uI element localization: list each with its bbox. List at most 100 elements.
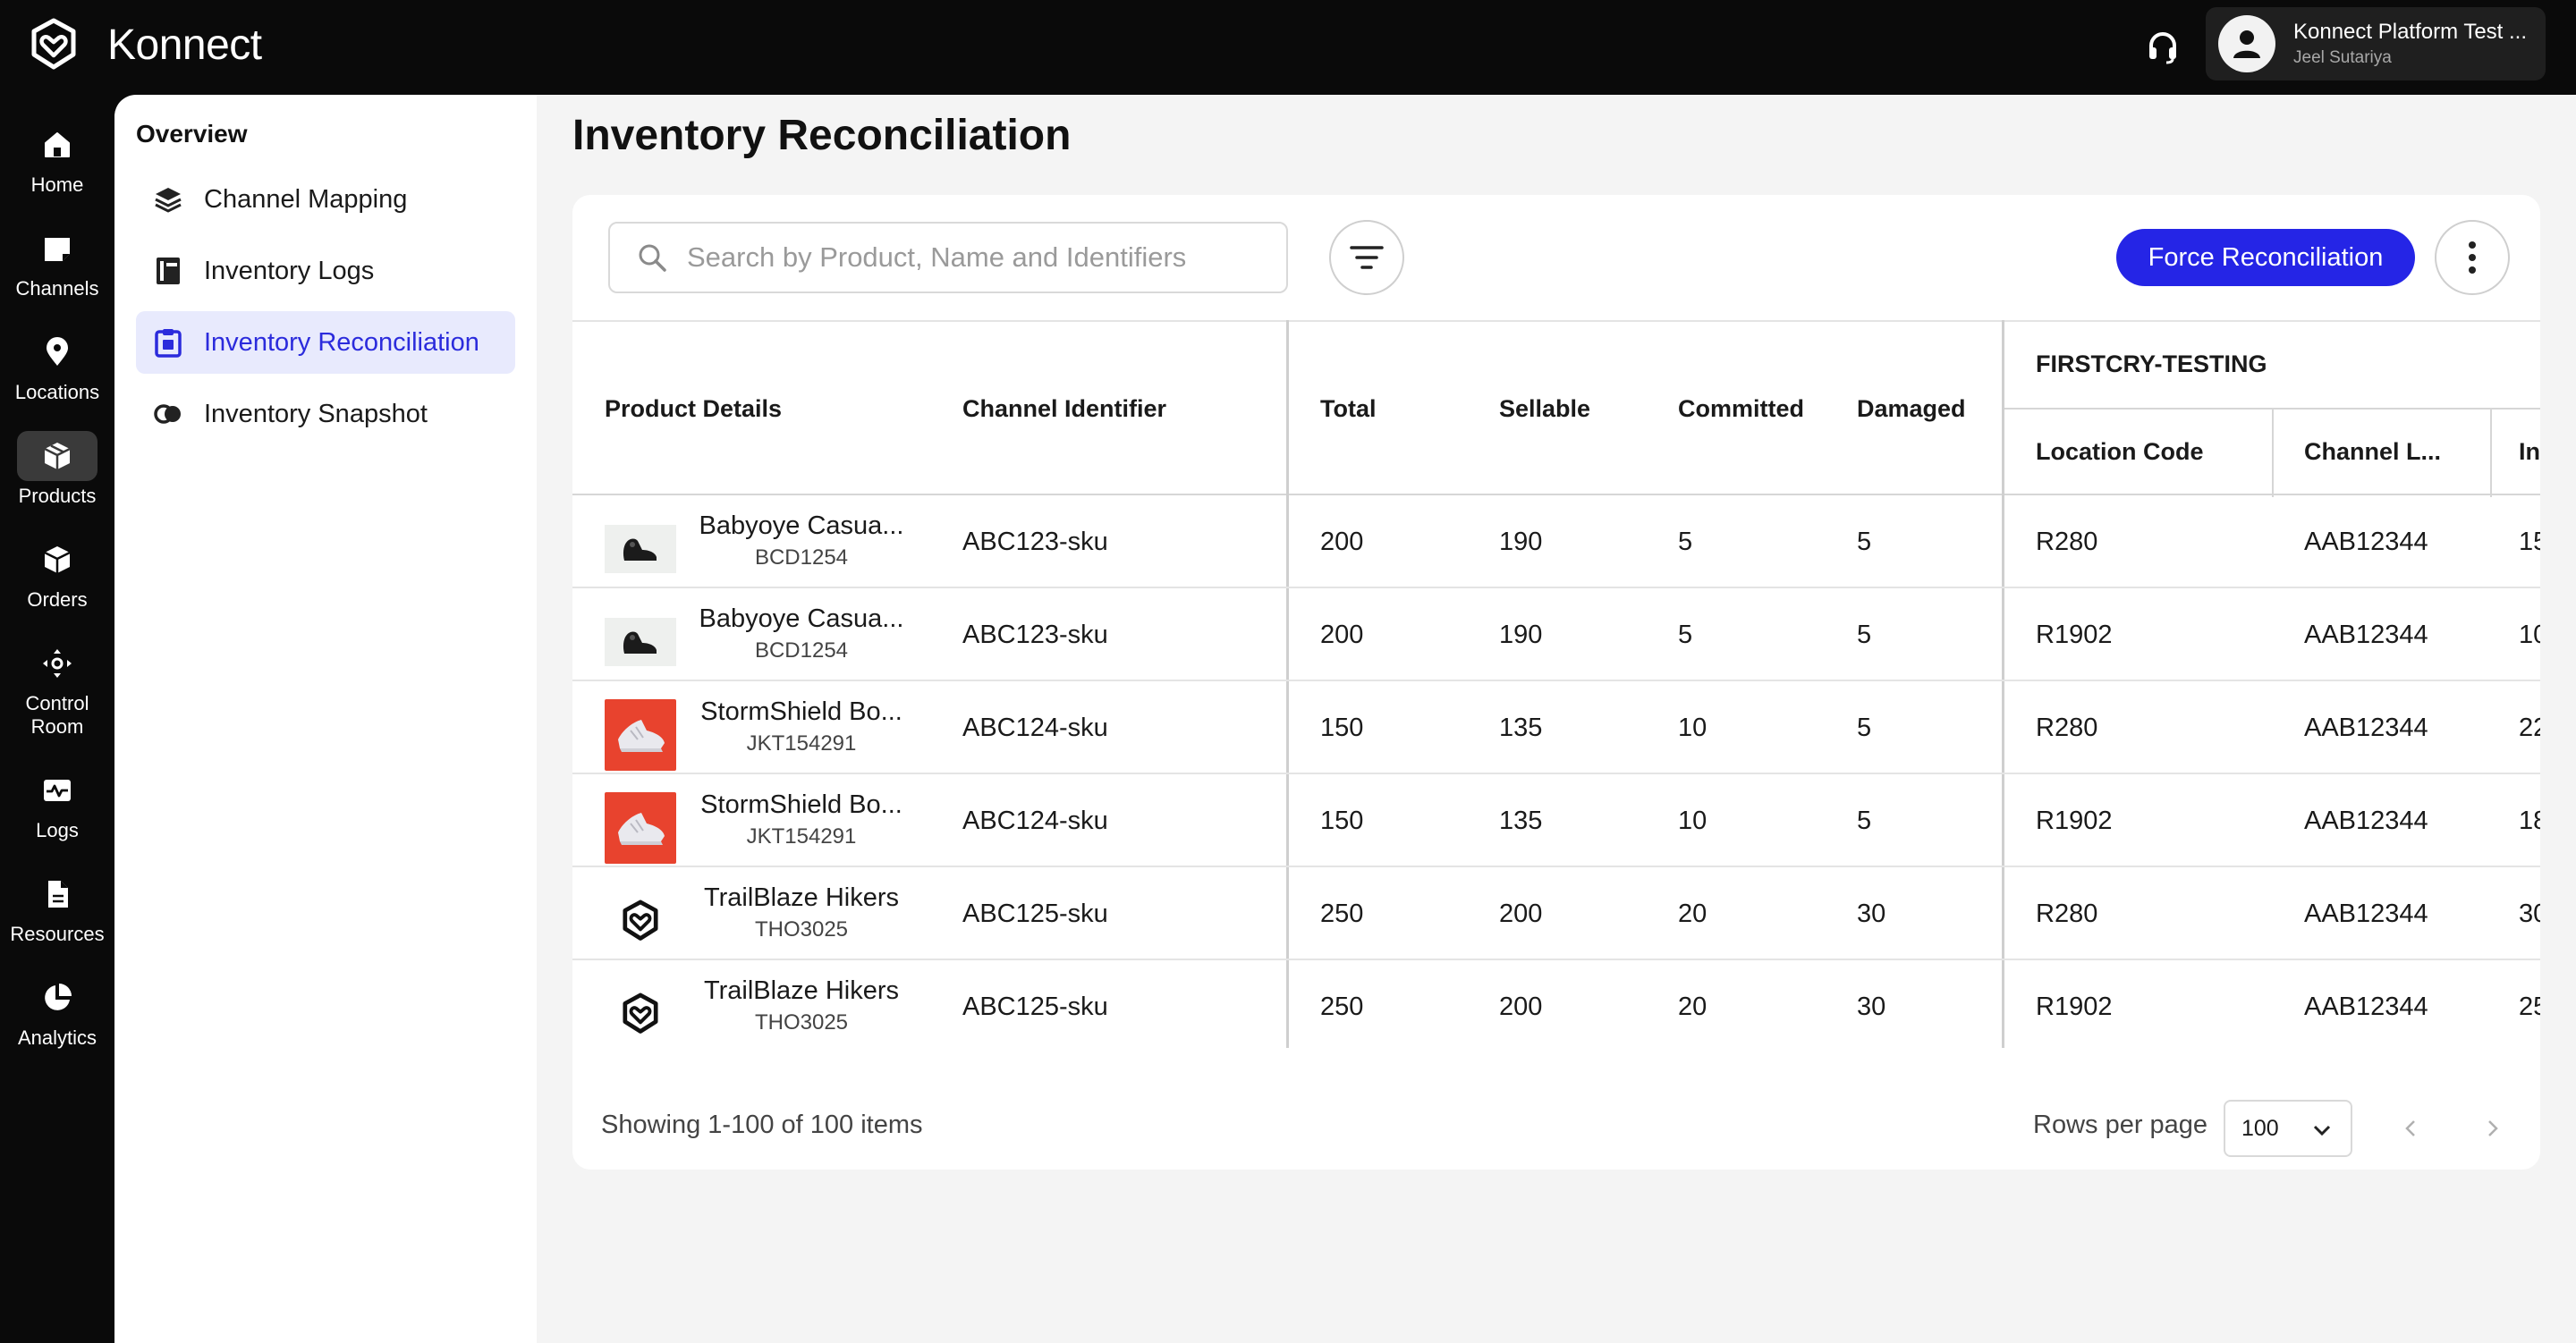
orders-cube-icon: [44, 546, 71, 573]
sneaker-thumbnail-icon: [618, 813, 665, 845]
cell-committed: 20: [1678, 992, 1707, 1021]
cell-total: 200: [1320, 621, 1364, 649]
pagination-summary: Showing 1-100 of 100 items: [601, 1111, 923, 1139]
subnav-title: Overview: [136, 120, 248, 148]
table-row[interactable]: StormShield Bo... JKT154291 ABC124-sku 150 1…: [572, 681, 2540, 774]
rail-item-resources[interactable]: Resources: [0, 869, 114, 946]
table-row[interactable]: TrailBlaze Hikers THO3025 ABC125-sku 250 200…: [572, 960, 2540, 1048]
col-group-header: FIRSTCRY-TESTING: [2036, 351, 2267, 377]
cell-total: 150: [1320, 714, 1364, 742]
cell-sellable: 135: [1499, 714, 1543, 742]
app-logo[interactable]: Konnect: [25, 16, 262, 73]
previous-page-button[interactable]: [2392, 1109, 2431, 1148]
rail-item-locations[interactable]: Locations: [0, 327, 114, 404]
rail-item-channels[interactable]: Channels: [0, 224, 114, 300]
rail-label: Logs: [36, 819, 79, 841]
top-bar: Konnect Konnect Platform Test ... Jeel S…: [0, 0, 2576, 95]
cell-damaged: 5: [1857, 621, 1872, 649]
cell-channel-location: AAB12344: [2304, 900, 2428, 928]
support-headset-button[interactable]: [2138, 21, 2188, 72]
cell-damaged: 30: [1857, 900, 1886, 928]
rows-per-page-select[interactable]: 100: [2224, 1100, 2352, 1157]
table-row[interactable]: Babyoye Casua... BCD1254 ABC123-sku 200 190 5…: [572, 588, 2540, 681]
cell-channel-location: AAB12344: [2304, 807, 2428, 835]
cell-in: 18: [2519, 807, 2540, 835]
col-header-in[interactable]: In: [2519, 438, 2540, 466]
filter-button[interactable]: [1329, 220, 1404, 295]
table-row[interactable]: StormShield Bo... JKT154291 ABC124-sku 150 1…: [572, 774, 2540, 867]
cell-damaged: 5: [1857, 714, 1872, 742]
col-header-product[interactable]: Product Details: [605, 395, 782, 423]
subnav-item-inventory-logs[interactable]: Inventory Logs: [136, 240, 515, 302]
cell-total: 150: [1320, 807, 1364, 835]
cell-sellable: 200: [1499, 992, 1543, 1021]
product-thumbnail: [605, 513, 676, 585]
cell-sellable: 190: [1499, 621, 1543, 649]
konnect-logo-icon: [31, 18, 76, 70]
product-code: BCD1254: [754, 545, 849, 570]
rail-item-control-room[interactable]: Control Room: [0, 638, 114, 739]
product-name[interactable]: TrailBlaze Hikers: [698, 883, 905, 913]
subnav-item-inventory-reconciliation[interactable]: Inventory Reconciliation: [136, 311, 515, 374]
cell-location-code: R1902: [2036, 621, 2113, 649]
rail-item-products[interactable]: Products: [0, 431, 114, 508]
rail-item-home[interactable]: Home: [0, 120, 114, 197]
product-name[interactable]: Babyoye Casua...: [698, 604, 905, 634]
product-thumbnail: [605, 885, 676, 957]
rail-item-analytics[interactable]: Analytics: [0, 973, 114, 1050]
table-row[interactable]: TrailBlaze Hikers THO3025 ABC125-sku 250 200…: [572, 867, 2540, 960]
more-options-button[interactable]: [2435, 220, 2510, 295]
product-thumbnail: [605, 606, 676, 678]
layers-icon: [155, 188, 182, 213]
rail-label: Channels: [15, 277, 99, 300]
product-code: JKT154291: [746, 731, 857, 756]
cell-in: 22: [2519, 714, 2540, 742]
search-input[interactable]: [687, 241, 1259, 274]
product-name[interactable]: StormShield Bo...: [698, 697, 905, 727]
subnav-item-channel-mapping[interactable]: Channel Mapping: [136, 168, 515, 231]
search-icon: [639, 244, 666, 272]
app-name: Konnect: [107, 21, 262, 69]
rail-item-logs[interactable]: Logs: [0, 765, 114, 842]
control-room-icon: [43, 649, 72, 678]
avatar: [2218, 15, 2275, 72]
product-thumbnail: [605, 978, 676, 1048]
col-header-sellable[interactable]: Sellable: [1499, 395, 1590, 423]
user-menu[interactable]: Konnect Platform Test ... Jeel Sutariya: [2206, 7, 2546, 80]
col-header-channel-identifier[interactable]: Channel Identifier: [962, 395, 1166, 423]
col-header-channel-location[interactable]: Channel L...: [2304, 438, 2441, 466]
rows-per-page-value: 100: [2241, 1115, 2279, 1141]
product-code: THO3025: [754, 1010, 849, 1035]
chevron-left-icon: [2405, 1120, 2415, 1136]
product-thumbnail: [605, 792, 676, 864]
primary-nav-rail: Home Channels Locations Products Orders …: [0, 95, 114, 1343]
subnav-item-inventory-snapshot[interactable]: Inventory Snapshot: [136, 383, 515, 445]
cell-location-code: R1902: [2036, 807, 2113, 835]
subnav-label: Inventory Reconciliation: [204, 327, 479, 357]
product-name[interactable]: Babyoye Casua...: [698, 511, 905, 541]
next-page-button[interactable]: [2472, 1109, 2512, 1148]
search-box[interactable]: [608, 222, 1288, 293]
col-header-damaged[interactable]: Damaged: [1857, 395, 1966, 423]
cell-channel-location: AAB12344: [2304, 714, 2428, 742]
cell-committed: 10: [1678, 807, 1707, 835]
rail-label: Resources: [10, 923, 105, 945]
cell-channel-identifier: ABC125-sku: [962, 992, 1108, 1021]
force-reconciliation-button[interactable]: Force Reconciliation: [2116, 229, 2415, 286]
product-name[interactable]: StormShield Bo...: [698, 790, 905, 820]
table-row[interactable]: Babyoye Casua... BCD1254 ABC123-sku 200 190 5…: [572, 495, 2540, 588]
cell-sellable: 200: [1499, 900, 1543, 928]
cell-committed: 10: [1678, 714, 1707, 742]
cell-in: 30: [2519, 900, 2540, 928]
cell-location-code: R280: [2036, 528, 2098, 556]
chevron-right-icon: [2488, 1120, 2498, 1136]
rail-item-orders[interactable]: Orders: [0, 535, 114, 612]
cell-in: 25: [2519, 992, 2540, 1021]
col-header-location-code[interactable]: Location Code: [2036, 438, 2204, 466]
product-name[interactable]: TrailBlaze Hikers: [698, 976, 905, 1006]
col-header-committed[interactable]: Committed: [1678, 395, 1804, 423]
products-box-icon: [44, 443, 71, 469]
col-header-total[interactable]: Total: [1320, 395, 1377, 423]
cell-sellable: 190: [1499, 528, 1543, 556]
konnect-logo-icon: [623, 900, 658, 941]
